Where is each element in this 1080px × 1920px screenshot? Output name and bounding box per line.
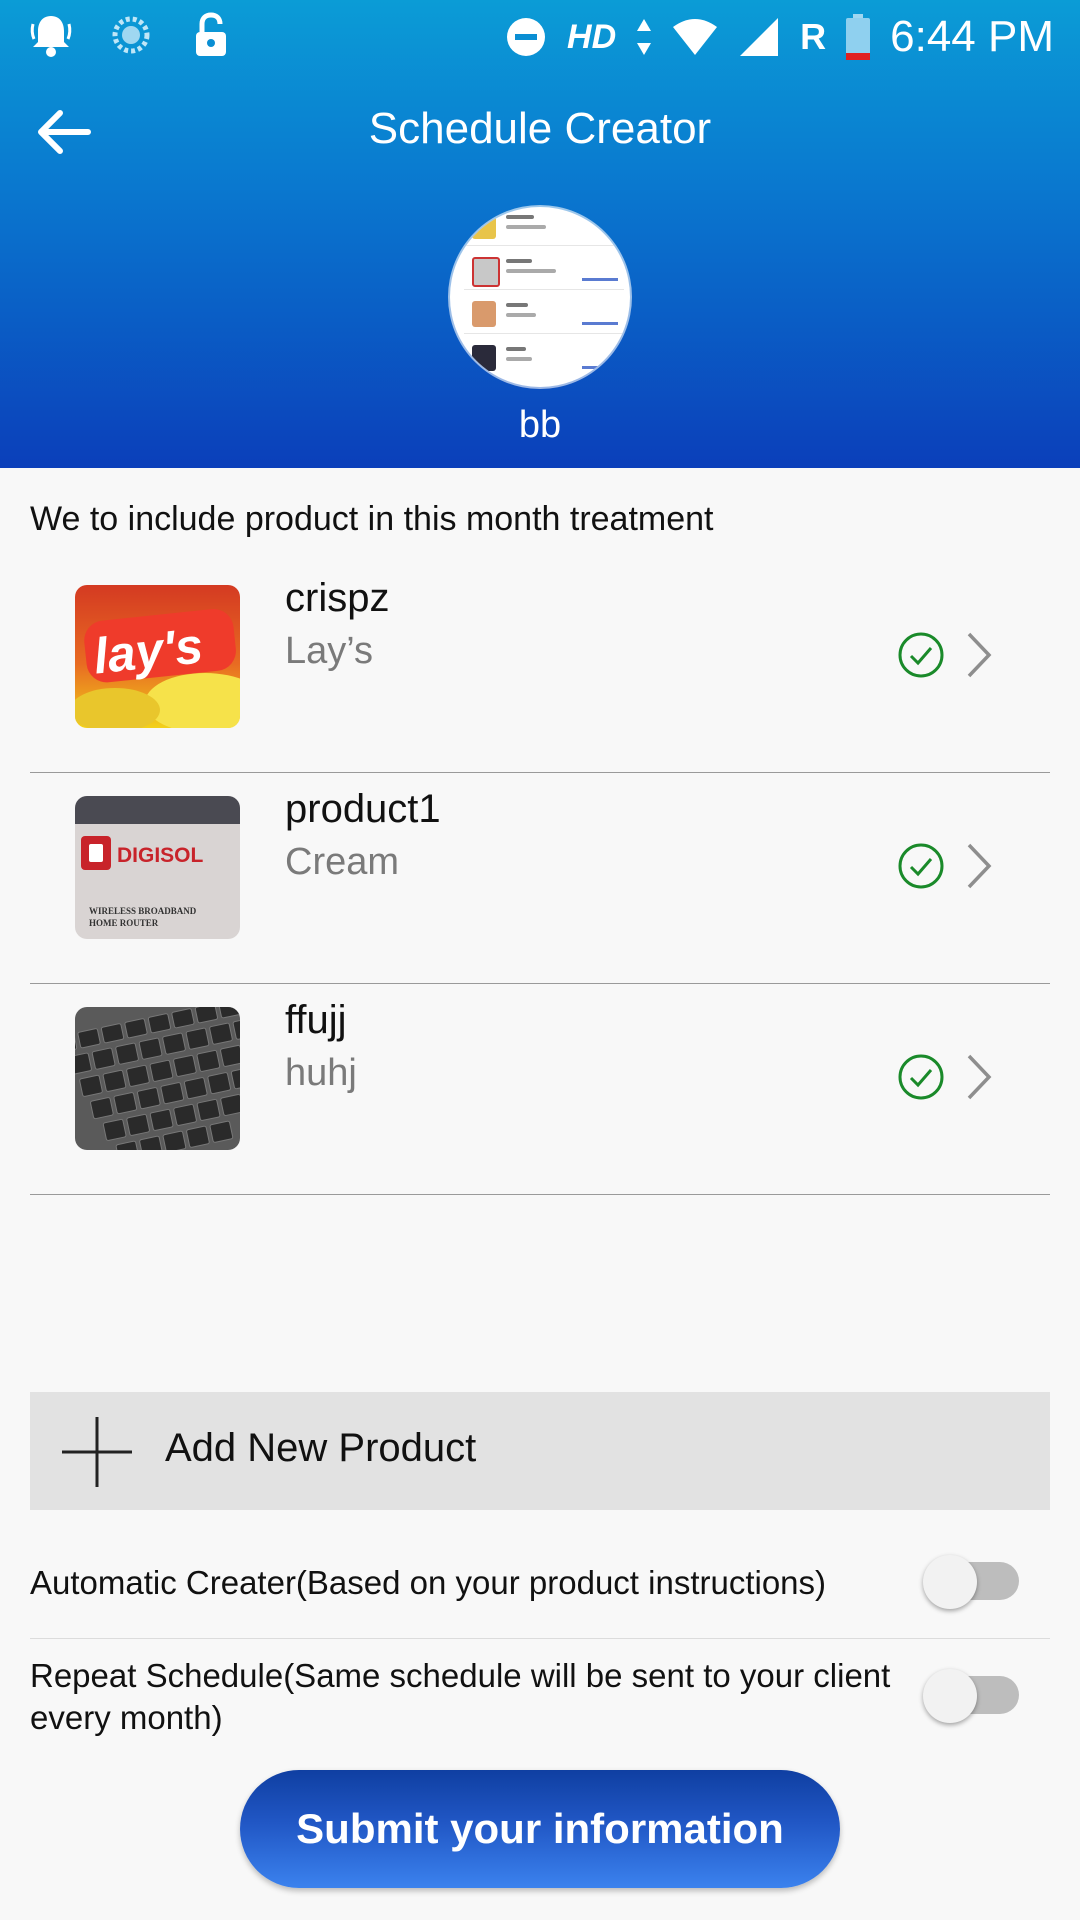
product-name: product1: [285, 787, 441, 831]
do-not-disturb-icon: [503, 14, 549, 60]
profile-name: bb: [518, 404, 562, 446]
wifi-icon: [672, 14, 718, 60]
data-arrows-icon: [634, 14, 654, 60]
product-brand: Lay’s: [285, 630, 374, 672]
chevron-right-icon: [967, 632, 992, 678]
check-circle-icon[interactable]: [898, 1054, 944, 1100]
lock-icon: [188, 12, 234, 58]
page-title: Schedule Creator: [368, 104, 712, 153]
repeat-schedule-toggle[interactable]: [923, 1669, 1023, 1723]
signal-icon: [736, 14, 782, 60]
status-bar: HD R 6:44 PM: [0, 0, 1080, 75]
product-row-crispz[interactable]: lay's crispz Lay’s: [30, 562, 1050, 773]
notification-bell-icon: [28, 12, 74, 58]
product-thumbnail: [75, 1007, 240, 1150]
product-row-ffujj[interactable]: ffujj huhj: [30, 984, 1050, 1195]
automatic-creator-toggle[interactable]: [923, 1555, 1023, 1609]
digisol-logo-text: DIGISOL: [117, 844, 204, 867]
product-brand: Cream: [285, 841, 400, 883]
hd-label: HD: [567, 17, 617, 56]
check-circle-icon[interactable]: [898, 843, 944, 889]
divider: [30, 1638, 1050, 1639]
router-caption-line1: WIRELESS BROADBAND: [89, 906, 197, 916]
avatar[interactable]: [450, 207, 630, 387]
product-thumbnail: lay's: [75, 585, 240, 728]
automatic-creator-label: Automatic Creater(Based on your product …: [30, 1564, 827, 1601]
chevron-right-icon: [967, 843, 992, 889]
product-name: crispz: [285, 576, 390, 620]
router-caption-line2: HOME ROUTER: [89, 918, 159, 928]
repeat-schedule-label: Repeat Schedule(Same schedule will be se…: [30, 1657, 891, 1736]
product-thumbnail: DIGISOL WIRELESS BROADBAND HOME ROUTER: [75, 796, 240, 939]
product-name: ffujj: [285, 998, 347, 1042]
battery-icon: [844, 14, 872, 60]
product-row-product1[interactable]: DIGISOL WIRELESS BROADBAND HOME ROUTER p…: [30, 773, 1050, 984]
roaming-label: R: [800, 16, 827, 57]
check-circle-icon[interactable]: [898, 632, 944, 678]
sync-icon: [108, 12, 154, 58]
chevron-right-icon: [967, 1054, 992, 1100]
app-header: HD R 6:44 PM Schedule Creator bb: [0, 0, 1080, 468]
intro-text: We to include product in this month trea…: [30, 500, 714, 538]
lays-logo-text: lay's: [91, 617, 205, 684]
plus-icon: [62, 1417, 132, 1487]
submit-button[interactable]: Submit your information: [240, 1770, 840, 1888]
clock: 6:44 PM: [890, 12, 1054, 61]
product-brand: huhj: [285, 1052, 357, 1094]
add-new-product-label: Add New Product: [165, 1426, 477, 1470]
add-new-product-button[interactable]: Add New Product: [30, 1392, 1050, 1510]
product-list: lay's crispz Lay’s DIGISOL WIRELESS BROA…: [30, 562, 1050, 1195]
